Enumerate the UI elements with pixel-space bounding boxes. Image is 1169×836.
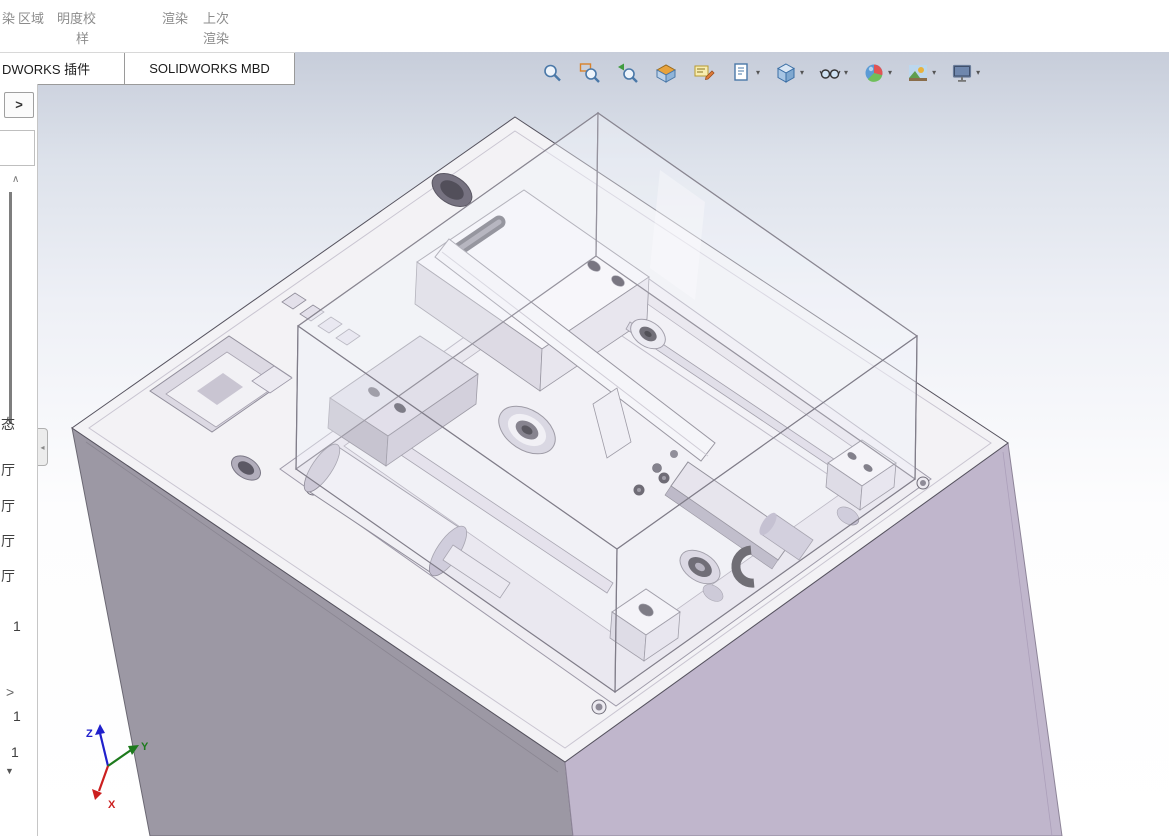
view-orientation-button[interactable]: ▾: [774, 61, 804, 85]
x-axis-label: X: [108, 799, 116, 811]
zoom-area-icon: [579, 63, 600, 83]
model-scene[interactable]: Z Y X: [0, 52, 1169, 836]
zoom-area-button[interactable]: [578, 61, 602, 85]
previous-view-icon: [618, 63, 638, 83]
view-orientation-icon: [776, 63, 796, 83]
dropdown-caret[interactable]: ▾: [932, 69, 936, 77]
ribbon-cmd-render[interactable]: 渲染: [162, 8, 188, 27]
apply-scene-icon: [909, 65, 928, 81]
tab-solidworks-mbd[interactable]: SOLIDWORKS MBD: [125, 53, 295, 84]
edit-appearance-button[interactable]: ▾: [862, 61, 892, 85]
dropdown-caret[interactable]: ▾: [800, 69, 804, 77]
tree-item-text[interactable]: 厅: [1, 496, 15, 516]
tree-item-text[interactable]: 1: [13, 618, 21, 634]
ribbon-cmd-last-line1[interactable]: 上次: [203, 8, 229, 27]
hide-show-items-button[interactable]: ▾: [818, 61, 848, 85]
edit-appearance-icon: [865, 64, 883, 82]
feature-tree-collapsed-panel: > ∧ 态 厅 厅 厅 厅 1 > 1 1 ▼: [0, 84, 38, 836]
scroll-down-arrow[interactable]: ▼: [5, 766, 14, 776]
tree-item-text[interactable]: 1: [11, 744, 19, 760]
dynamic-annotation-icon: [694, 65, 715, 81]
dropdown-caret[interactable]: ▾: [888, 69, 892, 77]
x-axis[interactable]: [97, 765, 110, 792]
tree-item-expander[interactable]: >: [6, 684, 14, 700]
ribbon-cmd-last-line2[interactable]: 渲染: [203, 28, 229, 47]
x-arrowhead: [92, 789, 102, 800]
scroll-up-arrow[interactable]: ∧: [12, 174, 19, 185]
ribbon: 染 区域 明度校 样 渲染 上次 渲染: [0, 0, 1169, 52]
dynamic-annotation-button[interactable]: [692, 61, 716, 85]
section-view-icon: [655, 64, 677, 83]
z-arrowhead: [95, 724, 105, 735]
dropdown-caret[interactable]: ▾: [844, 69, 848, 77]
zoom-fit-button[interactable]: [540, 61, 564, 85]
ribbon-cmd-region[interactable]: 区域: [18, 8, 44, 27]
heads-up-toolbar: ▾ ▾ ▾ ▾ ▾ ▾: [540, 58, 994, 88]
dropdown-caret[interactable]: ▾: [756, 69, 760, 77]
ribbon-cmd-ran[interactable]: 染: [2, 8, 15, 27]
expand-panel-button[interactable]: >: [4, 92, 34, 118]
view-settings-icon: [952, 64, 972, 82]
zoom-fit-icon: [544, 64, 561, 82]
view-settings-button[interactable]: ▾: [950, 61, 980, 85]
panel-field: [0, 130, 35, 166]
tree-item-text[interactable]: 厅: [1, 460, 15, 480]
tree-item-text[interactable]: 态: [1, 414, 15, 434]
previous-view-button[interactable]: [616, 61, 640, 85]
panel-splitter-handle[interactable]: ◂: [38, 428, 48, 466]
y-axis-label: Y: [141, 741, 149, 753]
tab-solidworks-addins[interactable]: DWORKS 插件: [0, 53, 125, 84]
annotation-views-button[interactable]: ▾: [730, 61, 760, 85]
ribbon-cmd-proof-line2[interactable]: 样: [76, 28, 89, 47]
section-view-button[interactable]: [654, 61, 678, 85]
ribbon-cmd-proof-line1[interactable]: 明度校: [57, 8, 96, 27]
z-axis[interactable]: [98, 732, 110, 767]
tree-item-text[interactable]: 1: [13, 708, 21, 724]
scrollbar-thumb[interactable]: [9, 192, 12, 424]
tree-item-text[interactable]: 厅: [1, 531, 15, 551]
dropdown-caret[interactable]: ▾: [976, 69, 980, 77]
annotation-views-icon: [734, 63, 748, 81]
command-manager-tabs: DWORKS 插件 SOLIDWORKS MBD: [0, 52, 295, 85]
y-axis[interactable]: [107, 749, 132, 767]
tree-item-text[interactable]: 厅: [1, 566, 15, 586]
apply-scene-button[interactable]: ▾: [906, 61, 936, 85]
z-axis-label: Z: [86, 728, 93, 740]
hide-show-items-icon: [819, 69, 841, 79]
